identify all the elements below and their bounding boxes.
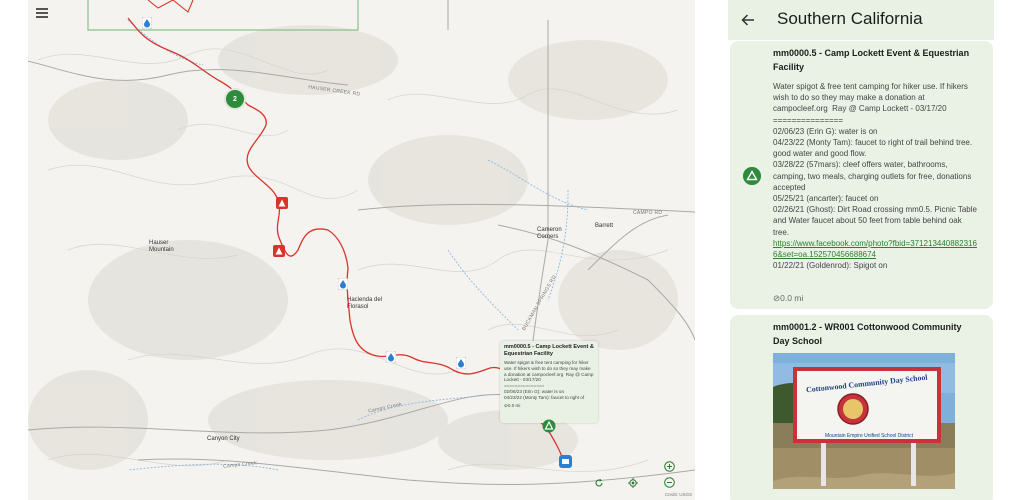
- waypoint-card-body: Water spigot & free tent camping for hik…: [773, 81, 977, 271]
- map-credit: Credit: USGS: [664, 492, 692, 497]
- water-marker-icon[interactable]: [456, 357, 466, 369]
- back-arrow-icon[interactable]: [740, 12, 756, 28]
- waypoint-card-title: mm0000.5 - Camp Lockett Event & Equestri…: [773, 48, 970, 72]
- panel-title: Southern California: [777, 9, 923, 28]
- campsite-marker-icon[interactable]: [276, 197, 288, 209]
- popup-title: mm0000.5 - Camp Lockett Event & Equestri…: [504, 344, 594, 357]
- water-marker-icon[interactable]: [386, 351, 396, 363]
- selected-campsite-marker-icon[interactable]: [542, 419, 556, 433]
- waypoint-popup[interactable]: mm0000.5 - Camp Lockett Event & Equestri…: [500, 341, 598, 423]
- my-location-icon[interactable]: [628, 478, 638, 488]
- popup-distance-value: 0.0 mi: [507, 402, 521, 408]
- campsite-marker-icon[interactable]: [273, 245, 285, 257]
- distance-value: 0.0 mi: [780, 293, 804, 303]
- campsite-badge-icon: [743, 167, 761, 185]
- waypoint-card[interactable]: mm0000.5 - Camp Lockett Event & Equestri…: [730, 41, 993, 309]
- zoom-out-icon[interactable]: [664, 477, 675, 488]
- svg-text:Mountain Empire Unified School: Mountain Empire Unified School District: [825, 433, 914, 439]
- map-view[interactable]: Hauser Mountain Cameron Corners Barrett …: [28, 0, 695, 500]
- place-label-cameron: Cameron Corners: [537, 227, 562, 240]
- waypoint-card[interactable]: mm0001.2 - WR001 Cottonwood Community Da…: [730, 315, 993, 500]
- waypoint-panel: Southern California mm0000.5 - Camp Lock…: [728, 0, 994, 500]
- waypoint-card-title: mm0001.2 - WR001 Cottonwood Community Da…: [773, 322, 962, 346]
- place-label-hacienda: Hacienda del Florasol: [347, 297, 383, 310]
- menu-icon[interactable]: [36, 8, 48, 18]
- popup-distance: ⊘0.0 mi: [504, 402, 521, 408]
- facebook-photo-link[interactable]: https://www.facebook.com/photo?fbid=3712…: [773, 239, 977, 259]
- water-marker-icon[interactable]: [142, 17, 152, 29]
- place-label-canyon-city: Canyon City: [207, 436, 240, 442]
- panel-header: Southern California: [728, 0, 994, 40]
- school-sign-photo[interactable]: Cottonwood Community Day School Mountain…: [773, 353, 955, 489]
- refresh-icon[interactable]: [594, 478, 604, 488]
- waypoint-cluster[interactable]: 2: [224, 88, 246, 110]
- place-label-barrett: Barrett: [595, 223, 614, 229]
- place-label-hauser: Hauser Mountain: [149, 240, 174, 253]
- popup-description: Water spigot & free tent camping for hik…: [504, 360, 594, 400]
- terrain-layer: [28, 0, 695, 500]
- zoom-in-icon[interactable]: [664, 461, 675, 472]
- waypoint-card-distance: ⊘0.0 mi: [773, 293, 804, 303]
- waypoint-card-notes: Water spigot & free tent camping for hik…: [773, 82, 977, 237]
- waypoint-card-last-note: 01/22/21 (Goldenrod): Spigot on: [773, 261, 888, 271]
- road-label-campo: CAMPO RD: [633, 210, 663, 216]
- water-marker-icon[interactable]: [338, 278, 348, 290]
- town-marker-icon[interactable]: [559, 455, 572, 468]
